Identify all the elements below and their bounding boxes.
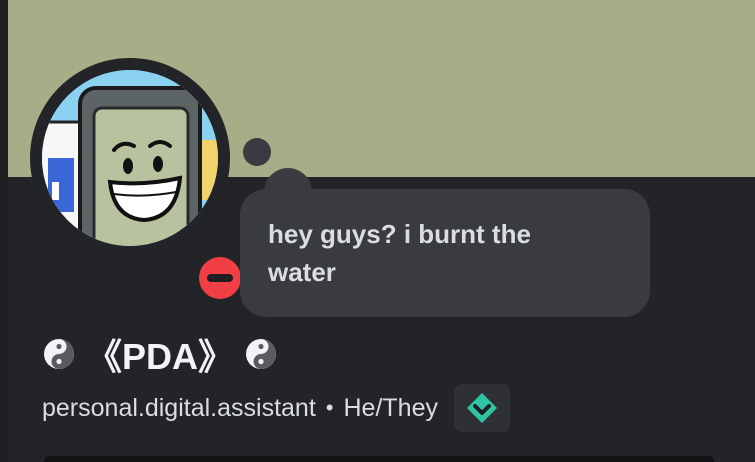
thought-bubble-dot-small [243,138,271,166]
user-profile-card: hey guys? i burnt the water 《PDA》 person… [0,0,755,462]
avatar[interactable] [42,70,218,246]
profile-badge[interactable] [453,384,510,432]
avatar-frame[interactable] [30,58,252,310]
display-name-row: 《PDA》 [42,326,278,382]
custom-status-text: hey guys? i burnt the water [268,219,531,287]
profile-section-divider [44,456,714,462]
nitro-gem-badge-icon [466,393,497,423]
do-not-disturb-icon [199,257,241,299]
username[interactable]: personal.digital.assistant [42,394,316,423]
popout-edge [0,0,8,462]
username-row: personal.digital.assistant • He/They [42,384,510,432]
display-name: 《PDA》 [86,336,235,377]
custom-status-bubble[interactable]: hey guys? i burnt the water [240,189,650,317]
pda-character-avatar-image [42,70,218,246]
yin-yang-icon [246,339,277,369]
pronouns: He/They [343,393,438,422]
yin-yang-icon [44,339,74,369]
separator-dot: • [325,395,334,420]
